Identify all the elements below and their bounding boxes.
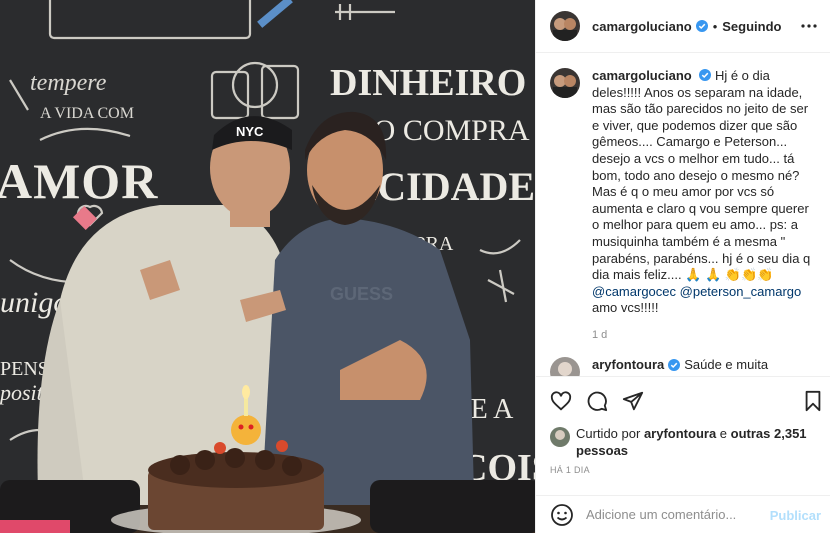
photo-illustration: tempere A VIDA COM AMOR DINHEIRO ÃO COMP… [0, 0, 535, 533]
verified-badge-icon [668, 359, 681, 371]
verified-badge-icon [695, 20, 708, 32]
likes-summary[interactable]: Curtido por aryfontoura e outras 2,351 p… [550, 425, 816, 459]
publish-button[interactable]: Publicar [770, 508, 821, 523]
caption-timestamp: 1 d [592, 328, 608, 341]
post-author-username[interactable]: camargoluciano [592, 19, 692, 34]
mention-link[interactable]: @camargocec [592, 284, 676, 299]
following-button[interactable]: Seguindo [722, 19, 781, 34]
svg-text:DINHEIRO: DINHEIRO [330, 62, 526, 104]
likes-text: Curtido por aryfontoura e outras 2,351 p… [576, 425, 816, 459]
more-options-icon[interactable] [799, 16, 819, 36]
svg-text:A VIDA COM: A VIDA COM [40, 105, 134, 122]
svg-text:GUESS: GUESS [330, 284, 393, 304]
svg-text:NYC: NYC [236, 124, 264, 139]
separator-dot: • [712, 18, 718, 34]
mention-link[interactable]: @peterson_camargo [680, 284, 802, 299]
comment-icon[interactable] [586, 390, 608, 412]
caption-avatar[interactable] [550, 68, 580, 98]
bookmark-icon[interactable] [802, 390, 824, 412]
svg-text:posit: posit [0, 380, 44, 405]
emoji-icon[interactable] [550, 503, 574, 527]
caption-body: Hj é o dia deles!!!!! Anos os separam na… [592, 68, 811, 283]
post-date: HÁ 1 DIA [550, 465, 590, 475]
avatar-image [550, 68, 580, 98]
avatar-image [550, 427, 570, 447]
caption-closing: amo vcs!!!!! [592, 300, 659, 316]
avatar-image [550, 11, 580, 41]
post-header: camargoluciano • Seguindo [536, 0, 830, 53]
action-bar [536, 376, 830, 422]
liker-username[interactable]: aryfontoura [644, 426, 716, 441]
caption-text-block: camargoluciano Hj é o dia deles!!!!! Ano… [592, 68, 812, 344]
caption-username[interactable]: camargoluciano [592, 68, 692, 83]
post-sidebar: camargoluciano • Seguindo camargoluciano [535, 0, 830, 533]
add-comment-bar: Publicar [536, 495, 830, 533]
share-icon[interactable] [622, 390, 644, 412]
liker-avatar[interactable] [550, 427, 570, 447]
avatar[interactable] [550, 11, 580, 41]
post-photo[interactable]: tempere A VIDA COM AMOR DINHEIRO ÃO COMP… [0, 0, 535, 533]
svg-text:AMOR: AMOR [0, 153, 158, 209]
comment-input[interactable] [586, 507, 761, 522]
verified-badge-icon [699, 69, 712, 81]
likes-and: e [719, 426, 728, 441]
svg-text:tempere: tempere [30, 70, 107, 96]
heart-icon[interactable] [550, 390, 572, 412]
caption-area[interactable]: camargoluciano Hj é o dia deles!!!!! Ano… [536, 54, 830, 374]
likes-prefix: Curtido por [576, 426, 641, 441]
